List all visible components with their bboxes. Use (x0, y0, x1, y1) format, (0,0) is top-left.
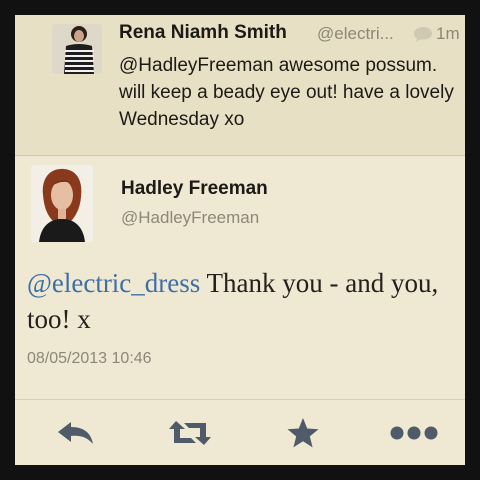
speech-bubble-icon (413, 26, 433, 42)
tweet-timestamp: 08/05/2013 10:46 (27, 350, 152, 367)
hadley-avatar[interactable] (31, 165, 93, 242)
mention-link[interactable]: @electric_dress (27, 268, 200, 298)
tweet-author-handle[interactable]: @HadleyFreeman (121, 208, 259, 228)
previous-tweet-author-handle: @electri... (317, 24, 394, 43)
star-icon (286, 417, 320, 449)
favorite-button[interactable] (283, 416, 323, 450)
previous-tweet-author-name[interactable]: Rena Niamh Smith (119, 22, 287, 44)
more-button[interactable] (388, 416, 440, 450)
tweet-text: @electric_dress Thank you - and you, too… (27, 265, 452, 337)
retweet-icon (166, 418, 214, 448)
tweet-detail-screen: Rena Niamh Smith @electri... 1m @HadleyF… (15, 15, 465, 465)
rena-avatar[interactable] (52, 24, 102, 74)
more-icon (389, 425, 439, 441)
reply-button[interactable] (53, 416, 99, 450)
tweet-actions-bar (15, 400, 465, 465)
reply-icon (56, 419, 96, 447)
in-reply-to-tweet[interactable]: Rena Niamh Smith @electri... 1m @HadleyF… (15, 15, 465, 156)
tweet-author-name[interactable]: Hadley Freeman (121, 178, 268, 200)
retweet-button[interactable] (164, 416, 216, 450)
previous-tweet-time: 1m (436, 24, 460, 43)
previous-tweet-text: @HadleyFreeman awesome possum. will keep… (119, 55, 454, 130)
